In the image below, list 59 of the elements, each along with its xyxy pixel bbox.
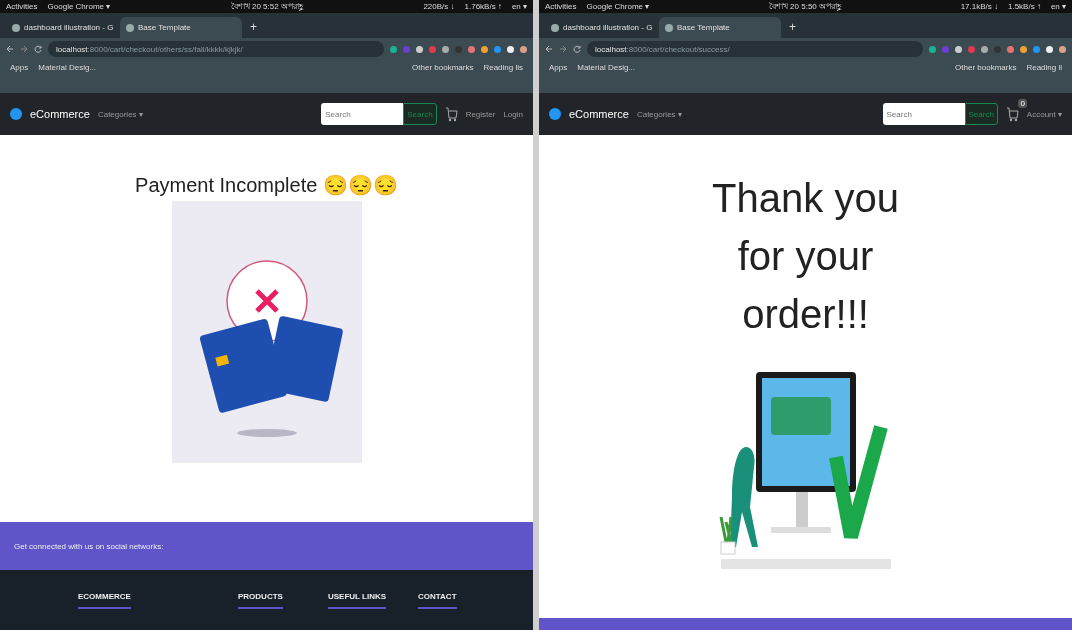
forward-icon[interactable]	[559, 45, 567, 53]
footer-heading: USEFUL LINKS	[328, 591, 387, 609]
browser-tab[interactable]: dashboard illustration - G	[545, 17, 657, 38]
tab-favicon-icon	[665, 23, 673, 32]
social-text: Get connected with us on social networks:	[14, 541, 164, 551]
new-tab-button[interactable]: +	[783, 20, 802, 38]
network-download-speed: 17.1kB/s ↓	[960, 2, 998, 11]
app-menu[interactable]: Google Chrome ▾	[586, 2, 650, 11]
logo-icon	[10, 108, 22, 120]
footer-heading: ECOMMERCE	[78, 591, 131, 609]
logo-icon	[549, 108, 561, 120]
clock[interactable]: বৈশাখ 20 5:52 অপরাহ্ণ	[230, 0, 303, 13]
browser-tab[interactable]: dashboard illustration - G	[6, 17, 118, 38]
account-dropdown[interactable]: Account ▾	[1026, 109, 1062, 119]
bookmark-item[interactable]: Other bookmarks	[955, 63, 1017, 72]
cart-icon[interactable]	[1005, 106, 1019, 122]
categories-dropdown[interactable]: Categories ▾	[97, 109, 143, 119]
search-field[interactable]: Search	[882, 103, 965, 125]
footer-heading: PRODUCTS	[238, 591, 283, 609]
payment-status-heading: Payment Incomplete 😔😔😔	[135, 173, 398, 197]
network-upload-speed: 1.76kB/s ↑	[464, 2, 502, 11]
back-icon[interactable]	[6, 45, 14, 53]
cart-icon[interactable]	[444, 106, 458, 122]
new-tab-button[interactable]: +	[244, 20, 263, 38]
categories-dropdown[interactable]: Categories ▾	[636, 109, 682, 119]
bookmark-item[interactable]: Reading li	[1026, 63, 1062, 72]
activities-button[interactable]: Activities	[545, 2, 577, 11]
forward-icon[interactable]	[20, 45, 28, 53]
app-menu[interactable]: Google Chrome ▾	[47, 2, 111, 11]
bookmark-item[interactable]: Reading lis	[483, 63, 523, 72]
bookmark-item[interactable]: Apps	[10, 63, 29, 72]
tab-favicon-icon	[551, 23, 559, 32]
bookmark-item[interactable]: Other bookmarks	[412, 63, 474, 72]
cart-count-badge: 0	[1018, 99, 1027, 108]
brand-link[interactable]: eCommerce	[569, 108, 629, 120]
address-field[interactable]: localhost:8000/cart/checkout/success/	[587, 41, 923, 57]
bookmark-item[interactable]: Material Desig...	[38, 63, 97, 72]
reload-icon[interactable]	[34, 45, 42, 53]
nav-link[interactable]: Register	[465, 109, 496, 119]
back-icon[interactable]	[545, 45, 553, 53]
clock[interactable]: বৈশাখ 20 5:50 অপরাহ্ণ	[768, 0, 841, 13]
bookmark-item[interactable]: Apps	[549, 63, 568, 72]
tab-favicon-icon	[126, 23, 134, 32]
nav-link[interactable]: Login	[503, 109, 523, 119]
reload-icon[interactable]	[573, 45, 581, 53]
footer-heading: CONTACT	[418, 591, 457, 609]
browser-tab[interactable]: Base Template	[659, 17, 781, 38]
language-menu[interactable]: en ▾	[1050, 2, 1066, 11]
network-download-speed: 220B/s ↓	[423, 2, 455, 11]
browser-tab[interactable]: Base Template	[120, 17, 242, 38]
activities-button[interactable]: Activities	[6, 2, 38, 11]
address-field[interactable]: localhost:8000/cart/checkout/others/ss/fail/kkkk/kjkjk/	[48, 41, 384, 57]
network-upload-speed: 1.5kB/s ↑	[1008, 2, 1041, 11]
thank-you-heading: Thank you for your order!!!	[711, 175, 900, 338]
brand-link[interactable]: eCommerce	[30, 108, 90, 120]
search-field[interactable]: Search	[321, 103, 404, 125]
bookmark-item[interactable]: Material Desig...	[577, 63, 636, 72]
language-menu[interactable]: en ▾	[511, 2, 527, 11]
tab-favicon-icon	[12, 23, 20, 32]
